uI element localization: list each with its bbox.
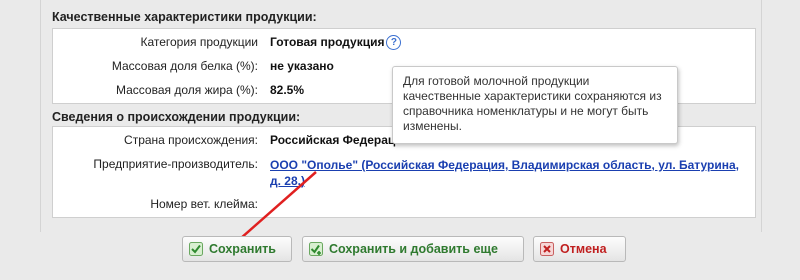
check-plus-icon bbox=[309, 242, 323, 256]
cancel-button[interactable]: Отмена bbox=[533, 236, 626, 262]
save-button[interactable]: Сохранить bbox=[182, 236, 292, 262]
save-add-button-label: Сохранить и добавить еще bbox=[329, 242, 498, 256]
check-icon bbox=[189, 242, 203, 256]
save-button-label: Сохранить bbox=[209, 242, 276, 256]
annotation-arrow-line bbox=[231, 171, 317, 247]
save-add-button[interactable]: Сохранить и добавить еще bbox=[302, 236, 524, 262]
x-icon bbox=[540, 242, 554, 256]
cancel-button-label: Отмена bbox=[560, 242, 607, 256]
